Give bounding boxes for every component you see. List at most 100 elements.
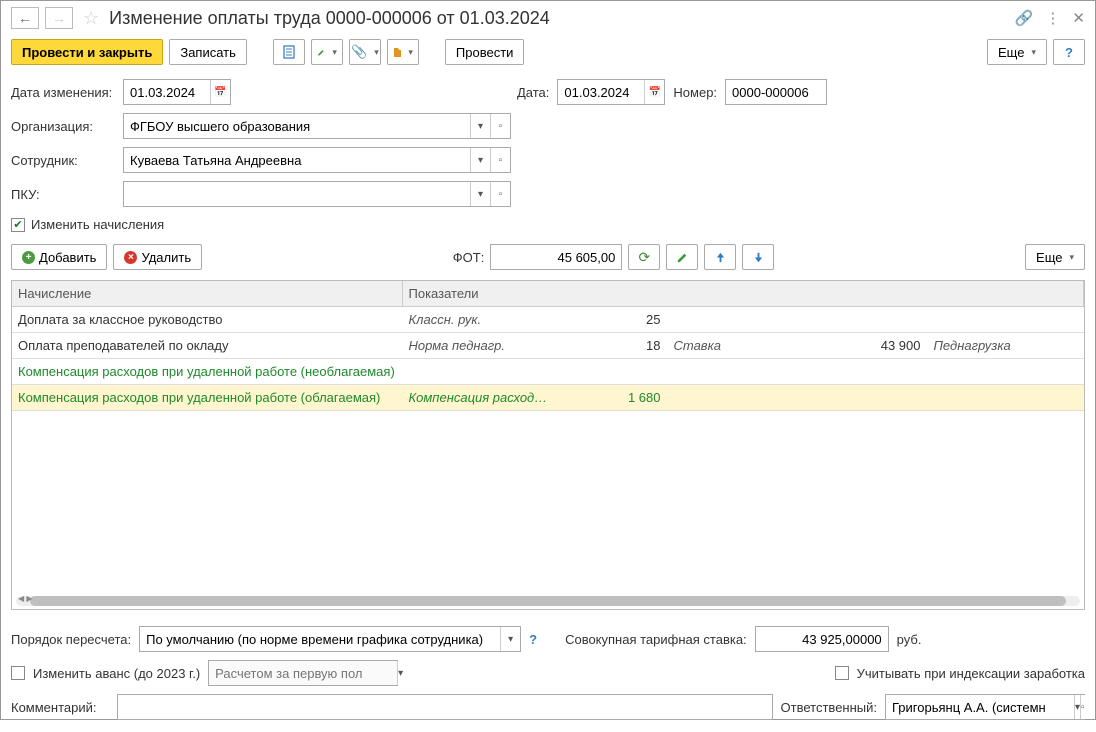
org-open-icon[interactable]: ▫: [490, 114, 510, 138]
pku-open-icon[interactable]: ▫: [490, 182, 510, 206]
delete-button-label: Удалить: [141, 250, 191, 265]
change-date-input[interactable]: [124, 80, 210, 104]
fot-input[interactable]: [491, 245, 621, 269]
date-input[interactable]: [558, 80, 644, 104]
accruals-table[interactable]: Начисление Показатели Доплата за классно…: [11, 280, 1085, 610]
x-circle-icon: ×: [124, 251, 137, 264]
cell-ind3[interactable]: Педнагрузка: [927, 333, 1084, 359]
employee-open-icon[interactable]: ▫: [490, 148, 510, 172]
table-more-button[interactable]: Еще: [1025, 244, 1085, 270]
cell-accrual[interactable]: Компенсация расходов при удаленной работ…: [12, 359, 402, 385]
cell-val1[interactable]: 18: [557, 333, 667, 359]
comment-input[interactable]: [118, 695, 772, 719]
fot-label: ФОТ:: [453, 250, 485, 265]
recalc-dropdown-icon[interactable]: ▾: [500, 627, 520, 651]
change-accruals-label: Изменить начисления: [31, 217, 164, 232]
employee-input[interactable]: [124, 148, 470, 172]
close-icon[interactable]: ✕: [1072, 9, 1085, 27]
cell-val1[interactable]: 25: [557, 307, 667, 333]
org-dropdown-icon[interactable]: ▾: [470, 114, 490, 138]
table-row[interactable]: Доплата за классное руководствоКлассн. р…: [12, 307, 1084, 333]
cell-ind3[interactable]: [927, 307, 1084, 333]
date-calendar-icon[interactable]: 📅: [644, 80, 664, 104]
change-date-label: Дата изменения:: [11, 85, 115, 100]
cell-val2[interactable]: [767, 307, 927, 333]
responsible-open-icon[interactable]: ▫: [1080, 695, 1085, 719]
post-and-close-button[interactable]: Провести и закрыть: [11, 39, 163, 65]
recalc-order-input[interactable]: [140, 627, 500, 651]
org-label: Организация:: [11, 119, 115, 134]
pku-input[interactable]: [124, 182, 470, 206]
cell-ind2[interactable]: [667, 307, 767, 333]
col-indicators-header[interactable]: Показатели: [402, 281, 1084, 307]
cell-ind3[interactable]: [927, 359, 1084, 385]
cell-val1[interactable]: 1 680: [557, 385, 667, 411]
link-icon[interactable]: 🔗: [1015, 9, 1034, 27]
kebab-menu-icon[interactable]: ⋮: [1045, 9, 1060, 27]
nav-back-button[interactable]: ←: [11, 7, 39, 29]
responsible-label: Ответственный:: [781, 700, 877, 715]
cell-accrual[interactable]: Компенсация расходов при удаленной работ…: [12, 385, 402, 411]
cell-ind1[interactable]: [402, 359, 557, 385]
cell-val1[interactable]: [557, 359, 667, 385]
pku-label: ПКУ:: [11, 187, 115, 202]
cell-ind3[interactable]: [927, 385, 1084, 411]
cell-accrual[interactable]: Оплата преподавателей по окладу: [12, 333, 402, 359]
advance-calc-input: [209, 661, 397, 685]
help-button[interactable]: ?: [1053, 39, 1085, 65]
nav-forward-button[interactable]: →: [45, 7, 73, 29]
tariff-input[interactable]: [756, 627, 888, 651]
cell-ind1[interactable]: Компенсация расход…: [402, 385, 557, 411]
plus-circle-icon: +: [22, 251, 35, 264]
date-label: Дата:: [517, 85, 549, 100]
attach-icon-button[interactable]: 📎: [349, 39, 381, 65]
consider-index-label: Учитывать при индексации заработка: [857, 666, 1085, 681]
add-button-label: Добавить: [39, 250, 96, 265]
responsible-input[interactable]: [886, 695, 1074, 719]
more-button[interactable]: Еще: [987, 39, 1047, 65]
tariff-unit: руб.: [897, 632, 922, 647]
cell-ind2[interactable]: [667, 359, 767, 385]
window-title: Изменение оплаты труда 0000-000006 от 01…: [109, 8, 1009, 29]
change-advance-checkbox[interactable]: ✔: [11, 666, 25, 680]
cell-ind1[interactable]: Норма педнагр.: [402, 333, 557, 359]
table-row[interactable]: Компенсация расходов при удаленной работ…: [12, 359, 1084, 385]
edit-pencil-button[interactable]: [666, 244, 698, 270]
doc-icon-button[interactable]: [273, 39, 305, 65]
favorite-star-icon[interactable]: ☆: [83, 8, 99, 29]
employee-dropdown-icon[interactable]: ▾: [470, 148, 490, 172]
change-advance-label: Изменить аванс (до 2023 г.): [33, 666, 200, 681]
cell-ind1[interactable]: Классн. рук.: [402, 307, 557, 333]
cell-val2[interactable]: 43 900: [767, 333, 927, 359]
org-input[interactable]: [124, 114, 470, 138]
change-accruals-checkbox[interactable]: ✔: [11, 218, 25, 232]
add-button[interactable]: + Добавить: [11, 244, 107, 270]
tariff-label: Совокупная тарифная ставка:: [565, 632, 747, 647]
advance-calc-dropdown-icon: ▾: [397, 661, 403, 685]
cell-val2[interactable]: [767, 359, 927, 385]
post-button[interactable]: Провести: [445, 39, 525, 65]
table-row[interactable]: Компенсация расходов при удаленной работ…: [12, 385, 1084, 411]
delete-button[interactable]: × Удалить: [113, 244, 202, 270]
move-down-button[interactable]: [742, 244, 774, 270]
change-date-calendar-icon[interactable]: 📅: [210, 80, 230, 104]
pku-dropdown-icon[interactable]: ▾: [470, 182, 490, 206]
move-up-button[interactable]: [704, 244, 736, 270]
employee-label: Сотрудник:: [11, 153, 115, 168]
recalc-help-icon[interactable]: ?: [529, 632, 537, 647]
refresh-button[interactable]: ⟳: [628, 244, 660, 270]
number-input[interactable]: [726, 80, 826, 104]
cell-ind2[interactable]: Ставка: [667, 333, 767, 359]
cell-ind2[interactable]: [667, 385, 767, 411]
consider-index-checkbox[interactable]: ✔: [835, 666, 849, 680]
horizontal-scrollbar[interactable]: [16, 596, 1080, 606]
recalc-order-label: Порядок пересчета:: [11, 632, 131, 647]
cell-val2[interactable]: [767, 385, 927, 411]
folder-icon-button[interactable]: [387, 39, 419, 65]
save-button[interactable]: Записать: [169, 39, 247, 65]
table-row[interactable]: Оплата преподавателей по окладуНорма пед…: [12, 333, 1084, 359]
refresh-icon: ⟳: [638, 249, 650, 266]
cell-accrual[interactable]: Доплата за классное руководство: [12, 307, 402, 333]
col-accrual-header[interactable]: Начисление: [12, 281, 402, 307]
highlight-icon-button[interactable]: [311, 39, 343, 65]
